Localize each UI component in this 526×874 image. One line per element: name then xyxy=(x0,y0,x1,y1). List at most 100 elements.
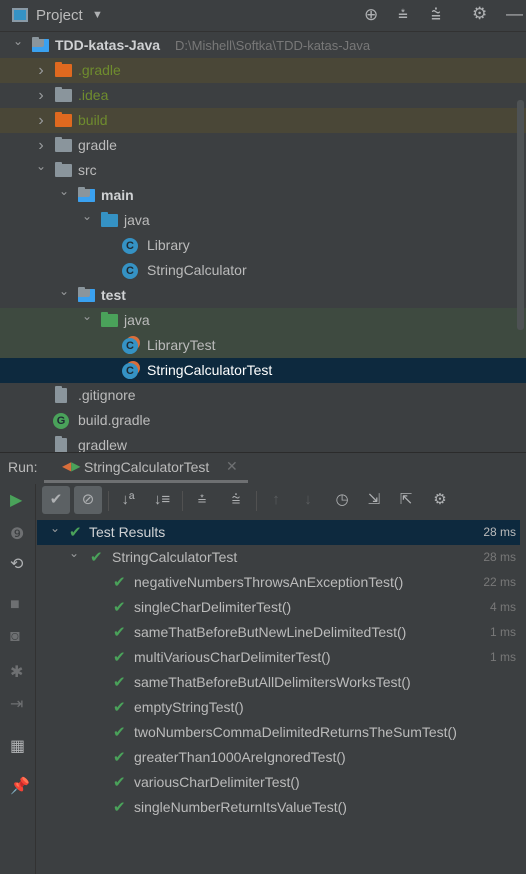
test-result-row[interactable]: ✔ sameThatBeforeButAllDelimitersWorksTest… xyxy=(37,670,520,695)
tree-item-label: build xyxy=(78,112,108,128)
collapse-all-icon[interactable]: ⩭ xyxy=(431,5,441,25)
chevron-down-icon[interactable]: ▼ xyxy=(92,9,103,21)
check-icon: ✔ xyxy=(90,549,103,566)
gear-icon[interactable]: ⚙ xyxy=(426,486,454,514)
gear-icon[interactable]: ⚙ xyxy=(472,4,487,24)
chevron-down-icon[interactable]: ⌄ xyxy=(35,154,47,179)
layout-icon[interactable]: ▦ xyxy=(10,736,25,756)
tree-item[interactable]: ⌄ src xyxy=(0,158,518,183)
test-name: negativeNumbersThrowsAnExceptionTest() xyxy=(134,574,404,590)
chevron-right-icon[interactable]: › xyxy=(35,108,47,133)
tree-item[interactable]: ⌄ java xyxy=(0,208,518,233)
test-result-row[interactable]: ✔ emptyStringTest() xyxy=(37,695,520,720)
next-icon[interactable]: ↓ xyxy=(294,486,322,514)
tree-item[interactable]: Gbuild.gradle xyxy=(0,408,518,433)
tree-scrollbar[interactable] xyxy=(517,100,524,330)
tree-item[interactable]: ⌄ main xyxy=(0,183,518,208)
test-result-row[interactable]: ✔ greaterThan1000AreIgnoredTest() xyxy=(37,745,520,770)
chevron-right-icon[interactable]: › xyxy=(35,83,47,108)
tree-item[interactable]: C Library xyxy=(0,233,518,258)
chevron-down-icon[interactable]: ⌄ xyxy=(58,279,70,304)
class-icon: C xyxy=(122,363,138,379)
test-name: multiVariousCharDelimiterTest() xyxy=(134,649,331,665)
test-name: sameThatBeforeButNewLineDelimitedTest() xyxy=(134,624,407,640)
test-name: StringCalculatorTest xyxy=(112,549,238,565)
chevron-down-icon[interactable]: ⌄ xyxy=(81,204,93,229)
tree-item[interactable]: › .idea xyxy=(0,83,518,108)
tree-item-label: .idea xyxy=(78,87,109,103)
collapse-all-icon[interactable]: ⩭ xyxy=(222,486,250,514)
chevron-down-icon[interactable]: ⌄ xyxy=(49,516,61,541)
test-duration: 4 ms xyxy=(489,600,516,614)
rerun-failed-icon[interactable]: ❾ xyxy=(10,524,24,544)
file-icon xyxy=(55,386,67,403)
run-label: Run: xyxy=(8,459,38,475)
stop-icon[interactable]: ■ xyxy=(10,596,20,614)
exit-icon[interactable]: ⇥ xyxy=(10,694,23,714)
test-result-row[interactable]: ✔ singleCharDelimiterTest() 4 ms xyxy=(37,595,520,620)
file-icon xyxy=(55,436,67,452)
tree-item[interactable]: › .gradle xyxy=(0,58,526,83)
tree-item[interactable]: ⌄ java xyxy=(0,308,526,333)
project-title[interactable]: Project xyxy=(36,7,83,24)
test-result-row[interactable]: ⌄ ✔ StringCalculatorTest 28 ms xyxy=(37,545,520,570)
tree-item-label: java xyxy=(124,312,150,328)
test-result-row[interactable]: ✔ multiVariousCharDelimiterTest() 1 ms xyxy=(37,645,520,670)
tree-item-label: LibraryTest xyxy=(147,337,216,353)
test-result-row[interactable]: ✔ sameThatBeforeButNewLineDelimitedTest()… xyxy=(37,620,520,645)
sort-alpha-icon[interactable]: ↓ª xyxy=(114,486,142,514)
folder-icon xyxy=(101,212,118,227)
test-result-row[interactable]: ⌄ ✔ Test Results 28 ms xyxy=(37,520,520,545)
expand-all-icon[interactable]: ⩮ xyxy=(398,5,408,25)
show-ignored-icon[interactable]: ⊘ xyxy=(74,486,102,514)
project-tree: ⌄ TDD-katas-Java D:\Mishell\Softka\TDD-kat… xyxy=(0,33,526,452)
close-icon[interactable]: ✕ xyxy=(226,458,238,475)
test-result-row[interactable]: ✔ twoNumbersCommaDelimitedReturnsTheSumTe… xyxy=(37,720,520,745)
check-icon: ✔ xyxy=(113,599,126,616)
rerun-icon[interactable]: ▶ xyxy=(10,490,22,510)
sort-duration-icon[interactable]: ↓≡ xyxy=(148,486,176,514)
tree-item[interactable]: C StringCalculator xyxy=(0,258,518,283)
tree-item[interactable]: C StringCalculatorTest xyxy=(0,358,526,383)
history-icon[interactable]: ◷ xyxy=(328,486,356,514)
debug-icon[interactable]: ✱ xyxy=(10,662,23,682)
class-icon: C xyxy=(122,338,138,354)
test-duration: 1 ms xyxy=(489,650,516,664)
chevron-down-icon[interactable]: ⌄ xyxy=(81,304,93,329)
test-result-row[interactable]: ✔ variousCharDelimiterTest() xyxy=(37,770,520,795)
chevron-down-icon[interactable]: ⌄ xyxy=(12,33,24,54)
chevron-right-icon[interactable]: › xyxy=(35,58,47,83)
project-header: Project ▼ ⊕ ⩮ ⩭ ⚙ — xyxy=(0,0,526,32)
show-passed-icon[interactable]: ✔ xyxy=(42,486,70,514)
toggle-auto-test-icon[interactable]: ⟲ xyxy=(10,554,23,574)
tree-item[interactable]: ⌄ TDD-katas-Java D:\Mishell\Softka\TDD-kat… xyxy=(0,33,518,58)
tree-item-label: StringCalculatorTest xyxy=(147,362,273,378)
tree-item[interactable]: › build xyxy=(0,108,526,133)
test-result-row[interactable]: ✔ singleNumberReturnItsValueTest() xyxy=(37,795,520,820)
chevron-down-icon[interactable]: ⌄ xyxy=(58,179,70,204)
previous-icon[interactable]: ↑ xyxy=(262,486,290,514)
chevron-down-icon[interactable]: ⌄ xyxy=(68,541,80,566)
export-icon[interactable]: ⇱ xyxy=(392,486,420,514)
project-icon xyxy=(12,8,28,22)
expand-all-icon[interactable]: ⩮ xyxy=(188,486,216,514)
check-icon: ✔ xyxy=(113,574,126,591)
tree-item[interactable]: › gradle xyxy=(0,133,518,158)
import-icon[interactable]: ⇲ xyxy=(360,486,388,514)
camera-icon[interactable]: ◙ xyxy=(10,628,20,646)
minimize-icon[interactable]: — xyxy=(506,4,523,24)
check-icon: ✔ xyxy=(113,649,126,666)
pin-icon[interactable]: 📌 xyxy=(10,776,30,796)
tree-item[interactable]: ⌄ test xyxy=(0,283,518,308)
tree-item[interactable]: gradlew xyxy=(0,433,518,452)
folder-icon xyxy=(55,162,72,177)
tree-item[interactable]: .gitignore xyxy=(0,383,518,408)
test-duration: 22 ms xyxy=(483,575,516,589)
run-tab[interactable]: ◀▶ StringCalculatorTest ✕ xyxy=(44,453,248,483)
folder-icon xyxy=(101,312,118,327)
tree-item[interactable]: C LibraryTest xyxy=(0,333,526,358)
locate-icon[interactable]: ⊕ xyxy=(364,5,378,25)
test-result-row[interactable]: ✔ negativeNumbersThrowsAnExceptionTest() 2… xyxy=(37,570,520,595)
run-tab-label: StringCalculatorTest xyxy=(84,459,210,475)
test-name: twoNumbersCommaDelimitedReturnsTheSumTes… xyxy=(134,724,457,740)
